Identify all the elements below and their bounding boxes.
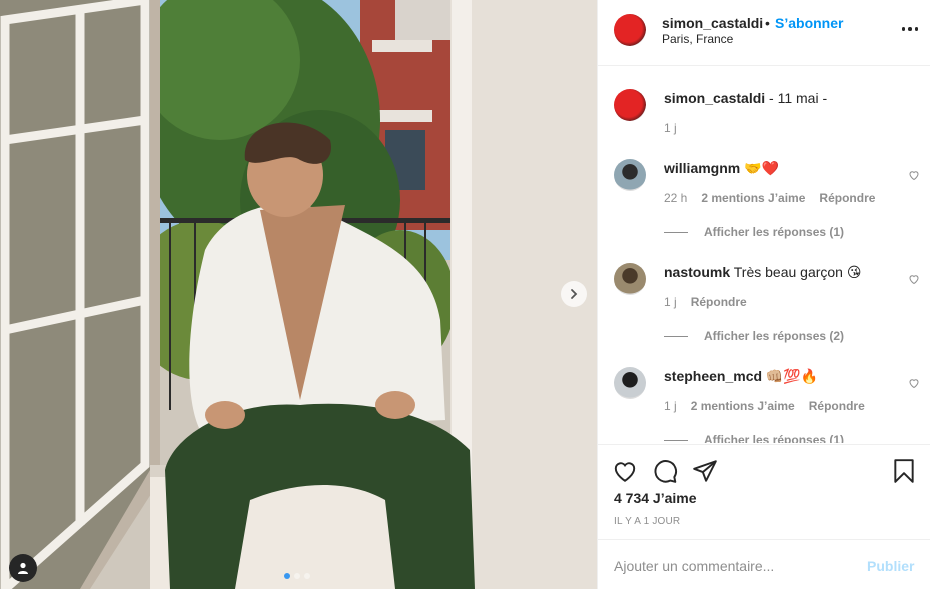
comment-likes[interactable]: 2 mentions J’aime (701, 191, 805, 205)
avatar[interactable] (614, 159, 646, 191)
header-separator: • (765, 15, 770, 31)
comment-time[interactable]: 22 h (664, 191, 687, 205)
view-replies-button[interactable]: Afficher les réponses (1) (664, 433, 844, 443)
heart-icon[interactable] (908, 377, 920, 389)
view-replies-button[interactable]: Afficher les réponses (2) (664, 329, 844, 343)
photo-scene (0, 0, 597, 589)
comment-time[interactable]: 1 j (664, 399, 677, 413)
view-replies-label: Afficher les réponses (1) (704, 225, 845, 239)
carousel-next-button[interactable] (561, 281, 587, 307)
likes-count[interactable]: 4 734 J’aime (614, 490, 697, 506)
comment-input[interactable]: Ajouter un commentaire... (614, 558, 774, 574)
avatar[interactable] (614, 263, 646, 295)
carousel-dot (294, 573, 300, 579)
caption-time[interactable]: 1 j (664, 121, 677, 135)
avatar[interactable] (614, 367, 646, 399)
avatar[interactable] (614, 14, 646, 46)
chevron-right-icon (571, 289, 578, 299)
heart-icon[interactable] (612, 458, 638, 484)
comments-list[interactable]: simon_castaldi - 11 mai - 1 j williamgnm… (598, 67, 930, 443)
comment-time[interactable]: 1 j (664, 295, 677, 309)
follow-button[interactable]: S’abonner (775, 15, 843, 31)
reply-button[interactable]: Répondre (691, 295, 747, 309)
carousel-dot (284, 573, 290, 579)
comment-text: Très beau garçon 😘 (730, 264, 862, 280)
view-replies-button[interactable]: Afficher les réponses (1) (664, 225, 844, 239)
heart-icon[interactable] (908, 169, 920, 181)
more-options-button[interactable] (898, 20, 922, 38)
post-photo[interactable] (0, 0, 597, 589)
comment-text: 🤝❤️ (740, 160, 779, 176)
heart-icon[interactable] (908, 273, 920, 285)
more-icon (914, 27, 919, 31)
comment-likes[interactable]: 2 mentions J’aime (691, 399, 795, 413)
comment-username[interactable]: williamgnm (664, 160, 740, 176)
author-username[interactable]: simon_castaldi (662, 15, 763, 31)
comment-icon[interactable] (652, 458, 678, 484)
caption-text: - 11 mai - (765, 90, 828, 106)
post-location[interactable]: Paris, France (662, 32, 733, 46)
comment-username[interactable]: nastoumk (664, 264, 730, 280)
caption-username[interactable]: simon_castaldi (664, 90, 765, 106)
reply-button[interactable]: Répondre (809, 399, 865, 413)
post-panel: simon_castaldi • S’abonner Paris, France… (597, 0, 930, 589)
comment-text: 👊🏼💯🔥 (762, 368, 819, 384)
publish-button[interactable]: Publier (867, 558, 914, 574)
reply-button[interactable]: Répondre (819, 191, 875, 205)
post-header: simon_castaldi • S’abonner Paris, France (598, 0, 930, 66)
add-comment-bar: Ajouter un commentaire... Publier (598, 539, 930, 589)
post-actions: 4 734 J’aime IL Y A 1 JOUR (598, 444, 930, 539)
avatar[interactable] (614, 89, 646, 121)
more-icon (901, 27, 906, 31)
carousel-dots (284, 573, 310, 579)
post-timestamp[interactable]: IL Y A 1 JOUR (614, 516, 680, 527)
comment-username[interactable]: stepheen_mcd (664, 368, 762, 384)
user-tag-icon (18, 562, 28, 574)
carousel-dot (304, 573, 310, 579)
tagged-users-button[interactable] (9, 554, 37, 582)
share-icon[interactable] (692, 458, 718, 484)
post-dialog: simon_castaldi • S’abonner Paris, France… (0, 0, 930, 589)
bookmark-icon[interactable] (891, 458, 917, 484)
more-icon (908, 27, 912, 31)
view-replies-label: Afficher les réponses (1) (704, 433, 845, 443)
view-replies-label: Afficher les réponses (2) (704, 329, 845, 343)
